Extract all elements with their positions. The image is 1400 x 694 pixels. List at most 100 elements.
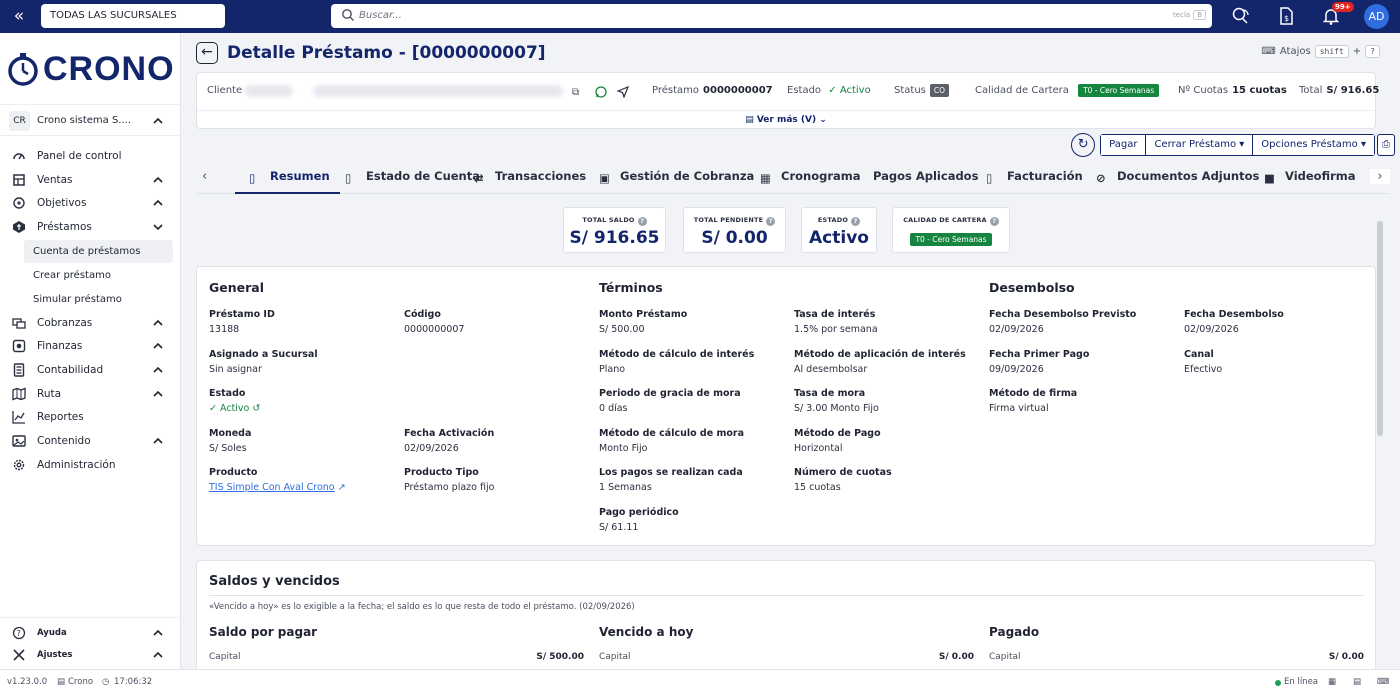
support-chat-icon[interactable] [1231,6,1251,26]
search-input[interactable]: Buscar... tecla B [331,4,1212,28]
target-icon [13,197,25,209]
sidebar-item-simular-prestamo[interactable]: Simular préstamo [24,288,173,311]
product-link[interactable]: TIS Simple Con Aval Crono [209,482,335,493]
chevron-up-icon [153,437,163,444]
nav-label: Finanzas [37,340,83,352]
user-avatar[interactable]: AD [1364,4,1389,29]
nav-administracion[interactable]: Administración [0,454,181,476]
tab-label: Facturación [1007,169,1083,183]
shortcuts-label: Atajos [1279,46,1311,57]
field-value: Horizontal [794,443,843,454]
send-icon[interactable] [617,86,629,98]
paperclip-icon: ⊘ [1096,171,1106,185]
search-icon [342,9,354,21]
chevron-down-icon [153,224,163,231]
fecha-desembolso-field: Fecha Desembolso 02/09/2026 [1184,308,1374,337]
shortcuts-hint[interactable]: ⌨ Atajos shift + ? [1261,45,1380,58]
refresh-button[interactable]: ↻ [1071,133,1096,157]
field-value: Activo [220,403,250,414]
whatsapp-icon[interactable] [595,86,607,98]
field-value: 02/09/2026 [404,443,459,454]
portfolio-field: Calidad de Cartera T0 - Cero Semanas [975,81,1160,101]
back-button[interactable]: ← [196,42,218,64]
nav-contenido[interactable]: Contenido [0,430,181,452]
tab-transacciones[interactable]: ⇄ Transacciones [474,161,586,194]
history-icon[interactable]: ↺ [252,403,260,414]
tab-facturacion[interactable]: ▯ Facturación [986,161,1083,194]
keyboard-icon[interactable]: ⌨ [1377,670,1389,694]
field-label: Método de cálculo de mora [599,428,745,439]
field-value: 02/09/2026 [1184,324,1239,335]
company-switcher[interactable]: CR Crono sistema S.... [0,104,181,136]
field-label: Número de cuotas [794,467,892,478]
scrollbar-thumb[interactable] [1377,221,1383,436]
tabs-scroll-left-icon[interactable]: ‹ [202,169,207,184]
notes-icon[interactable]: ▤ [1353,670,1361,694]
field-value: S/ 3.00 Monto Fijo [794,403,879,414]
document-icon: ▯ [345,171,352,185]
tabs-scroll-right-icon[interactable]: › [1370,169,1390,184]
collapse-sidebar-icon[interactable]: « [8,5,30,27]
external-link-icon[interactable]: ↗ [338,482,346,493]
estado-value: Activo [809,228,869,248]
gracia-mora-field: Periodo de gracia de mora 0 días [599,387,789,416]
help-icon: ? [12,626,26,640]
field-label: Método de firma [989,388,1078,399]
nav-objetivos[interactable]: Objetivos [0,192,181,214]
total-label: Total [1299,85,1323,96]
tab-estado-cuenta[interactable]: ▯ Estado de Cuenta [333,161,480,194]
tab-cronograma[interactable]: ▦ Cronograma [760,161,861,194]
calculator-icon[interactable]: ▦ [1328,670,1336,694]
nav-finanzas[interactable]: Finanzas [0,335,181,357]
chevron-up-icon [153,629,163,636]
nav-panel-control[interactable]: Panel de control [0,145,181,167]
fecha-desembolso-previsto-field: Fecha Desembolso Previsto 02/09/2026 [989,308,1179,337]
chevron-up-icon [153,390,163,397]
tab-label: Cronograma [781,169,861,183]
tab-resumen[interactable]: ▯ Resumen [235,161,340,194]
print-button[interactable]: ⎙ [1377,134,1395,156]
tab-pagos-aplicados[interactable]: Pagos Aplicados [873,161,978,194]
info-icon[interactable]: ? [637,217,647,226]
nav-prestamos[interactable]: Préstamos [0,216,181,238]
info-icon[interactable]: ? [766,217,776,226]
terminos-title: Términos [599,280,663,295]
nav-reportes[interactable]: Reportes [0,406,181,428]
ver-mas-toggle[interactable]: ▤ Ver más (V) ⌄ [197,110,1375,129]
row-value: S/ 500.00 [536,652,584,662]
producto-field: Producto TIS Simple Con Aval Crono ↗ [209,466,399,495]
nav-ventas[interactable]: Ventas [0,169,181,191]
info-icon[interactable]: ? [989,217,999,226]
tab-documentos-adjuntos[interactable]: ⊘ Documentos Adjuntos [1096,161,1259,194]
tab-gestion-cobranza[interactable]: ▣ Gestión de Cobranza [599,161,754,194]
sidebar-item-cuenta-prestamos[interactable]: Cuenta de préstamos [24,240,173,263]
sidebar-item-crear-prestamo[interactable]: Crear préstamo [24,264,173,287]
nav-contabilidad[interactable]: Contabilidad [0,359,181,381]
tab-videofirma[interactable]: ■ Videofirma [1264,161,1356,194]
nav-ruta[interactable]: Ruta [0,383,181,405]
producto-tipo-field: Producto Tipo Préstamo plazo fijo [404,466,594,495]
metodo-firma-field: Método de firma Firma virtual [989,387,1179,416]
nav-cobranzas[interactable]: Cobranzas [0,312,181,334]
nav-label: Ayuda [37,628,67,638]
close-loan-dropdown[interactable]: Cerrar Préstamo ▾ [1145,134,1254,156]
nav-ayuda[interactable]: ? Ayuda [0,622,181,644]
status-label: Status [894,85,926,96]
info-icon[interactable]: ? [851,217,861,226]
page-scrollbar[interactable] [1376,213,1384,653]
document-icon[interactable]: $ [1276,6,1296,26]
quotas-label: Nº Cuotas [1178,85,1229,96]
loan-options-dropdown[interactable]: Opciones Préstamo ▾ [1252,134,1375,156]
sucursal-field: Asignado a Sucursal Sin asignar [209,348,399,377]
ver-mas-label: Ver más (V) [756,115,817,125]
saldo-capital-row: Capital S/ 500.00 [209,652,584,662]
map-icon [12,387,26,401]
nav-ajustes[interactable]: Ajustes [0,644,181,666]
desembolso-title: Desembolso [989,280,1075,295]
brand-logo[interactable]: CRONO [7,50,175,88]
video-icon: ■ [1264,171,1275,185]
branch-select[interactable]: TODAS LAS SUCURSALES [41,4,225,28]
sub-label: Crear préstamo [33,270,111,281]
pay-button[interactable]: Pagar [1100,134,1147,156]
copy-icon[interactable]: ⧉ [572,83,579,103]
